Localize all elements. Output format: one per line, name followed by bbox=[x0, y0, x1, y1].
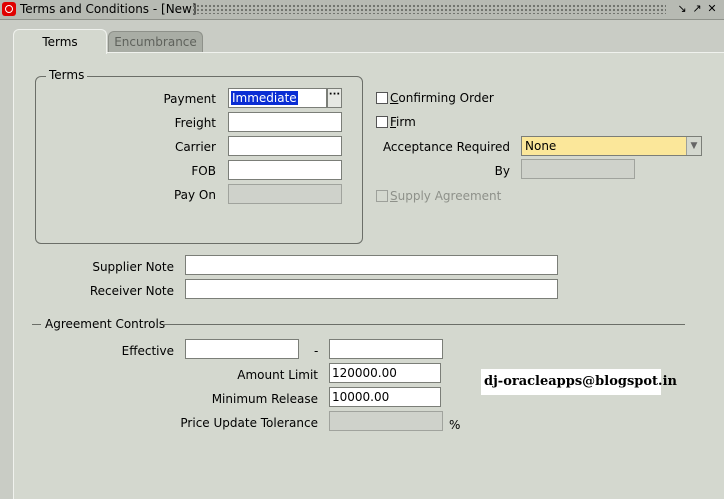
supplier-note-field[interactable] bbox=[185, 255, 558, 275]
agreement-controls-heading: Agreement Controls bbox=[42, 317, 169, 331]
effective-from-field[interactable] bbox=[185, 339, 299, 359]
acceptance-required-select[interactable]: None ▼ bbox=[521, 136, 702, 156]
confirming-order-label-rest: onfirming Order bbox=[398, 91, 494, 105]
agreement-controls-divider bbox=[163, 324, 685, 325]
tab-encumbrance[interactable]: Encumbrance bbox=[108, 31, 203, 52]
minimum-release-field[interactable]: 10000.00 bbox=[329, 387, 441, 407]
titlebar-drag-area[interactable] bbox=[192, 4, 666, 14]
receiver-note-field[interactable] bbox=[185, 279, 558, 299]
supply-agreement-checkbox[interactable] bbox=[376, 190, 388, 202]
firm-checkbox[interactable] bbox=[376, 116, 388, 128]
tab-terms[interactable]: Terms bbox=[13, 29, 107, 54]
by-field[interactable] bbox=[521, 159, 635, 179]
fob-label: FOB bbox=[191, 164, 216, 178]
effective-range-separator: - bbox=[314, 344, 319, 358]
receiver-note-label: Receiver Note bbox=[89, 284, 174, 298]
minimize-icon[interactable]: ↘ bbox=[676, 2, 688, 16]
agreement-controls-divider-left bbox=[32, 324, 41, 325]
supply-agreement-label: Supply Agreement bbox=[390, 189, 502, 203]
watermark-text: dj-oracleapps@blogspot.in bbox=[481, 369, 677, 395]
chevron-down-icon[interactable]: ▼ bbox=[686, 137, 701, 155]
by-label: By bbox=[494, 164, 510, 178]
terms-group-legend: Terms bbox=[46, 68, 88, 82]
maximize-icon[interactable]: ↗ bbox=[691, 2, 703, 16]
price-update-tolerance-label: Price Update Tolerance bbox=[180, 416, 318, 430]
amount-limit-field[interactable]: 120000.00 bbox=[329, 363, 441, 383]
confirming-order-label: Confirming Order bbox=[390, 91, 494, 105]
payment-value: Immediate bbox=[231, 91, 298, 105]
freight-field[interactable] bbox=[228, 112, 342, 132]
carrier-label: Carrier bbox=[174, 140, 216, 154]
fob-field[interactable] bbox=[228, 160, 342, 180]
firm-label: Firm bbox=[390, 115, 416, 129]
payment-lov-button[interactable]: ··· bbox=[327, 88, 342, 108]
payment-label: Payment bbox=[163, 92, 216, 106]
window-title: Terms and Conditions - [New] bbox=[20, 2, 197, 16]
pay-on-label: Pay On bbox=[173, 188, 216, 202]
close-icon[interactable]: ✕ bbox=[706, 2, 718, 16]
acceptance-required-value: None bbox=[525, 139, 557, 153]
oracle-app-icon bbox=[2, 2, 16, 16]
amount-limit-label: Amount Limit bbox=[237, 368, 318, 382]
confirming-order-checkbox[interactable] bbox=[376, 92, 388, 104]
effective-label: Effective bbox=[121, 344, 174, 358]
minimum-release-label: Minimum Release bbox=[211, 392, 318, 406]
percent-unit: % bbox=[449, 418, 461, 432]
pay-on-field[interactable] bbox=[228, 184, 342, 204]
price-update-tolerance-field[interactable] bbox=[329, 411, 443, 431]
freight-label: Freight bbox=[174, 116, 216, 130]
payment-field[interactable]: Immediate bbox=[228, 88, 327, 108]
window-titlebar: Terms and Conditions - [New] ↘ ↗ ✕ bbox=[0, 0, 724, 20]
effective-to-field[interactable] bbox=[329, 339, 443, 359]
acceptance-required-label: Acceptance Required bbox=[382, 140, 510, 154]
carrier-field[interactable] bbox=[228, 136, 342, 156]
supplier-note-label: Supplier Note bbox=[92, 260, 174, 274]
